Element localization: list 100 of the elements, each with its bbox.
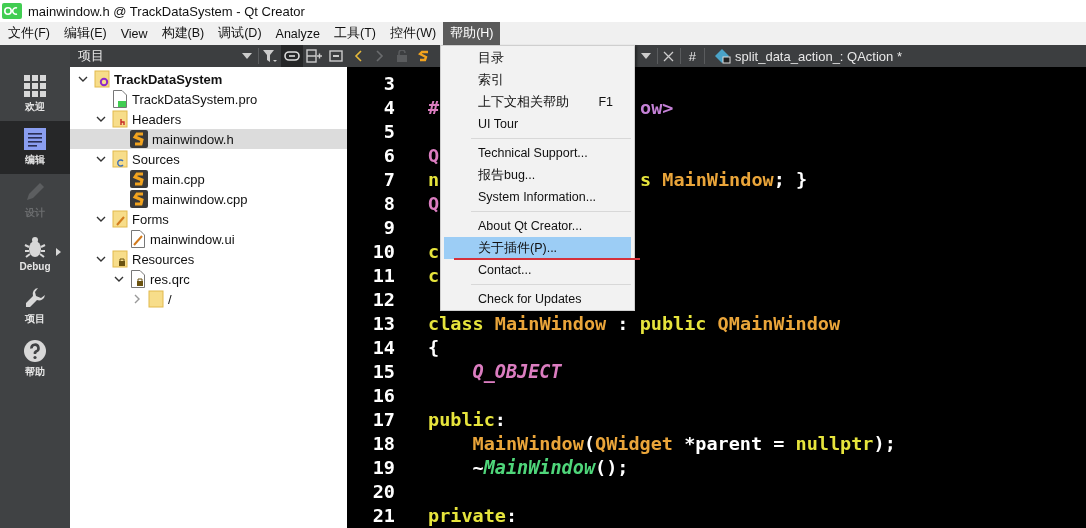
tree-item[interactable]: / xyxy=(70,289,347,309)
tree-item[interactable]: main.cpp xyxy=(70,169,347,189)
code-line: private: xyxy=(428,504,518,526)
split-add-icon[interactable] xyxy=(306,49,322,63)
source-file-icon xyxy=(130,130,148,148)
dropdown-caret-icon[interactable] xyxy=(242,53,252,59)
wrench-icon xyxy=(24,287,46,309)
window-title: mainwindow.h @ TrackDataSystem - Qt Creator xyxy=(28,3,305,19)
chevron-down-icon[interactable] xyxy=(96,154,106,164)
code-line: ow> xyxy=(640,96,674,118)
menu-item[interactable]: Analyze xyxy=(268,22,328,45)
line-number: 12 xyxy=(371,288,395,310)
close-icon[interactable] xyxy=(663,50,675,62)
folder-icon xyxy=(148,290,164,308)
form-file-icon xyxy=(130,230,146,248)
tree-item[interactable]: Sources xyxy=(70,149,347,169)
symbol-selector[interactable]: split_data_action_: QAction * xyxy=(735,48,902,64)
menu-item[interactable]: 上下文相关帮助 F1 xyxy=(444,91,631,113)
chevron-down-icon[interactable] xyxy=(96,214,106,224)
pencil-icon xyxy=(24,181,46,203)
tree-item[interactable]: mainwindow.h xyxy=(70,129,347,149)
close-pane-icon[interactable] xyxy=(329,50,343,62)
mode-button[interactable]: Debug xyxy=(0,227,70,280)
source-file-icon xyxy=(130,190,148,208)
line-number: 8 xyxy=(382,192,395,214)
code-line: class MainWindow : public QMainWindow xyxy=(428,312,841,334)
chevron-down-icon[interactable] xyxy=(114,274,124,284)
folder-icon xyxy=(112,110,128,128)
project-icon xyxy=(94,70,110,88)
tree-item[interactable]: mainwindow.ui xyxy=(70,229,347,249)
tree-item[interactable]: TrackDataSystem xyxy=(70,69,347,89)
link-icon[interactable] xyxy=(284,51,300,61)
folder-icon xyxy=(112,250,128,268)
mode-button[interactable]: 欢迎 xyxy=(0,68,70,121)
tree-item[interactable]: Headers xyxy=(70,109,347,129)
folder-icon xyxy=(112,210,128,228)
filter-icon[interactable] xyxy=(263,50,277,62)
mode-button[interactable]: 编辑 xyxy=(0,121,70,174)
line-number: 10 xyxy=(371,240,395,262)
code-line: public: xyxy=(428,408,506,430)
code-line: s MainWindow; } xyxy=(640,168,808,190)
menu-item[interactable]: 控件(W) xyxy=(383,22,444,45)
line-number: 11 xyxy=(371,264,395,286)
code-line: Q xyxy=(428,192,440,214)
code-line: c xyxy=(428,264,440,286)
line-number: 21 xyxy=(371,504,395,526)
menu-item[interactable]: 构建(B) xyxy=(154,22,212,45)
dropdown-caret-icon[interactable] xyxy=(640,53,651,59)
tree-item[interactable]: mainwindow.cpp xyxy=(70,189,347,209)
chevron-down-icon[interactable] xyxy=(78,74,88,84)
resource-file-icon xyxy=(130,270,146,288)
help-icon xyxy=(24,340,46,362)
menu-item[interactable]: 索引 xyxy=(444,69,631,91)
source-file-icon xyxy=(130,170,148,188)
mode-button[interactable]: 项目 xyxy=(0,280,70,333)
line-number: 9 xyxy=(382,216,395,238)
menu-item[interactable]: Check for Updates xyxy=(444,288,631,310)
mode-button[interactable]: 帮助 xyxy=(0,333,70,386)
chevron-down-icon[interactable] xyxy=(96,114,106,124)
tree-item[interactable]: res.qrc xyxy=(70,269,347,289)
hash-button[interactable]: # xyxy=(680,48,705,64)
menu-item[interactable]: 工具(T) xyxy=(327,22,383,45)
menu-item[interactable]: 目录 xyxy=(444,47,631,69)
back-icon[interactable] xyxy=(354,50,362,62)
menu-item[interactable]: View xyxy=(113,22,155,45)
symbol-icon xyxy=(715,48,732,64)
line-number: 5 xyxy=(382,120,395,142)
line-number: 16 xyxy=(371,384,395,406)
code-line: Q xyxy=(428,144,440,166)
line-number: 18 xyxy=(371,432,395,454)
menu-item[interactable]: 文件(F) xyxy=(1,22,57,45)
menu-item[interactable]: Technical Support... xyxy=(444,142,631,164)
chevron-down-icon[interactable] xyxy=(96,254,106,264)
chevron-right-icon[interactable] xyxy=(132,294,142,304)
line-number: 19 xyxy=(371,456,395,478)
source-file-icon xyxy=(418,50,430,62)
menu-item[interactable]: Contact... xyxy=(444,259,631,281)
document-icon xyxy=(24,128,46,150)
menu-item[interactable]: 报告bug... xyxy=(444,164,631,186)
menu-item[interactable]: 调试(D) xyxy=(211,22,269,45)
menu-item[interactable]: 编辑(E) xyxy=(56,22,114,45)
expand-arrow-icon[interactable] xyxy=(56,248,61,256)
menu-item[interactable]: System Information... xyxy=(444,186,631,208)
code-line: MainWindow(QWidget *parent = nullptr); xyxy=(472,432,896,454)
line-number: 13 xyxy=(371,312,395,334)
line-number: 6 xyxy=(382,144,395,166)
code-line: ~MainWindow(); xyxy=(472,456,629,478)
line-number: 17 xyxy=(371,408,395,430)
code-line: Q_OBJECT xyxy=(472,360,562,382)
tree-item[interactable]: Resources xyxy=(70,249,347,269)
tree-item[interactable]: TrackDataSystem.pro xyxy=(70,89,347,109)
tree-item[interactable]: Forms xyxy=(70,209,347,229)
menu-item[interactable]: 帮助(H) xyxy=(443,22,501,45)
line-number: 4 xyxy=(382,96,395,118)
line-number: 20 xyxy=(371,480,395,502)
menu-item[interactable]: UI Tour xyxy=(444,113,631,135)
pane-title: 项目 xyxy=(78,47,105,65)
grid-icon xyxy=(24,75,46,97)
shortcut-label: F1 xyxy=(598,95,613,109)
menu-item[interactable]: About Qt Creator... xyxy=(444,215,631,237)
